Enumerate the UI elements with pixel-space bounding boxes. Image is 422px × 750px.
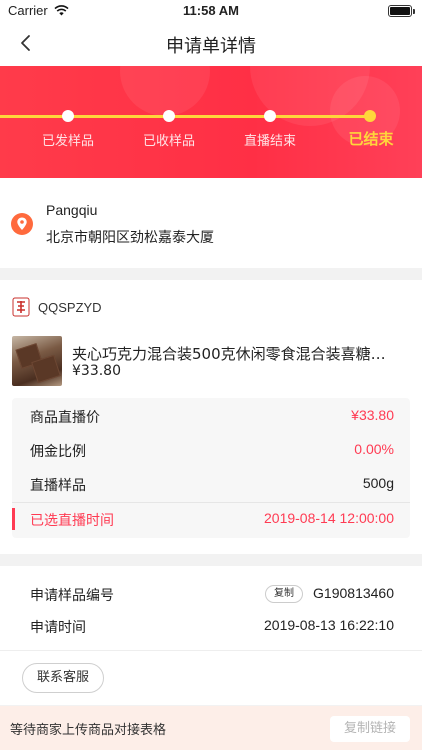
step-label-3: 直播结束 (243, 134, 296, 149)
bottom-bar: 等待商家上传商品对接表格 复制链接 (0, 706, 422, 750)
highlight-marker (12, 508, 15, 530)
waiting-message: 等待商家上传商品对接表格 (10, 723, 167, 738)
product-image[interactable] (12, 336, 62, 386)
contact-service-button[interactable]: 联系客服 (22, 663, 104, 693)
progress-dot-1 (62, 110, 74, 122)
copy-link-button[interactable]: 复制链接 (330, 716, 410, 742)
status-progress: 已发样品 已收样品 直播结束 已结束 (0, 66, 422, 178)
shop-name: QQSPZYD (38, 300, 102, 315)
progress-dot-4 (364, 110, 376, 122)
progress-track (0, 115, 370, 118)
detail-row-live-price: 商品直播价 ¥33.80 (12, 399, 410, 433)
shop-logo-icon (12, 297, 30, 317)
battery-icon (388, 5, 415, 17)
detail-value: 0.00% (354, 441, 394, 457)
detail-value: ¥33.80 (351, 407, 394, 423)
detail-label: 商品直播价 (30, 410, 100, 426)
service-section: 联系客服 (0, 650, 422, 705)
step-label-2: 已收样品 (142, 134, 195, 149)
location-pin-icon (11, 213, 33, 235)
product-title[interactable]: 夹心巧克力混合装500克休闲零食混合装喜糖家… (72, 343, 392, 364)
application-time-label: 申请时间 (30, 620, 86, 636)
progress-dot-2 (163, 110, 175, 122)
application-info: 申请样品编号 复制 G190813460 申请时间 2019-08-13 16:… (0, 566, 422, 650)
page-title: 申请单详情 (166, 36, 256, 57)
detail-label: 已选直播时间 (30, 513, 114, 529)
step-label-4: 已结束 (348, 130, 394, 148)
clock: 11:58 AM (183, 3, 239, 18)
detail-label: 佣金比例 (30, 444, 86, 460)
detail-value: 500g (362, 475, 394, 491)
step-label-1: 已发样品 (41, 134, 94, 149)
product-price: ¥33.80 (72, 363, 121, 379)
nav-bar: 申请单详情 (0, 22, 422, 66)
detail-value: 2019-08-14 12:00:00 (264, 510, 394, 526)
address-card[interactable]: Pangqiu 北京市朝阳区劲松嘉泰大厦 (0, 178, 422, 268)
detail-label: 直播样品 (30, 478, 86, 494)
application-time: 2019-08-13 16:22:10 (264, 617, 394, 633)
copy-button[interactable]: 复制 (265, 585, 303, 603)
application-number: G190813460 (313, 585, 394, 601)
detail-row-sample: 直播样品 500g (12, 467, 410, 501)
order-card: QQSPZYD 夹心巧克力混合装500克休闲零食混合装喜糖家… ¥33.80 商… (0, 280, 422, 554)
detail-row-commission: 佣金比例 0.00% (12, 433, 410, 467)
status-bar: Carrier 11:58 AM (0, 0, 422, 22)
progress-dot-3 (264, 110, 276, 122)
live-details: 商品直播价 ¥33.80 佣金比例 0.00% 直播样品 500g 已选直播时间… (12, 398, 410, 538)
detail-row-selected-time: 已选直播时间 2019-08-14 12:00:00 (12, 502, 410, 536)
recipient-name: Pangqiu (46, 202, 98, 218)
application-number-label: 申请样品编号 (30, 588, 114, 604)
recipient-address: 北京市朝阳区劲松嘉泰大厦 (46, 230, 214, 246)
